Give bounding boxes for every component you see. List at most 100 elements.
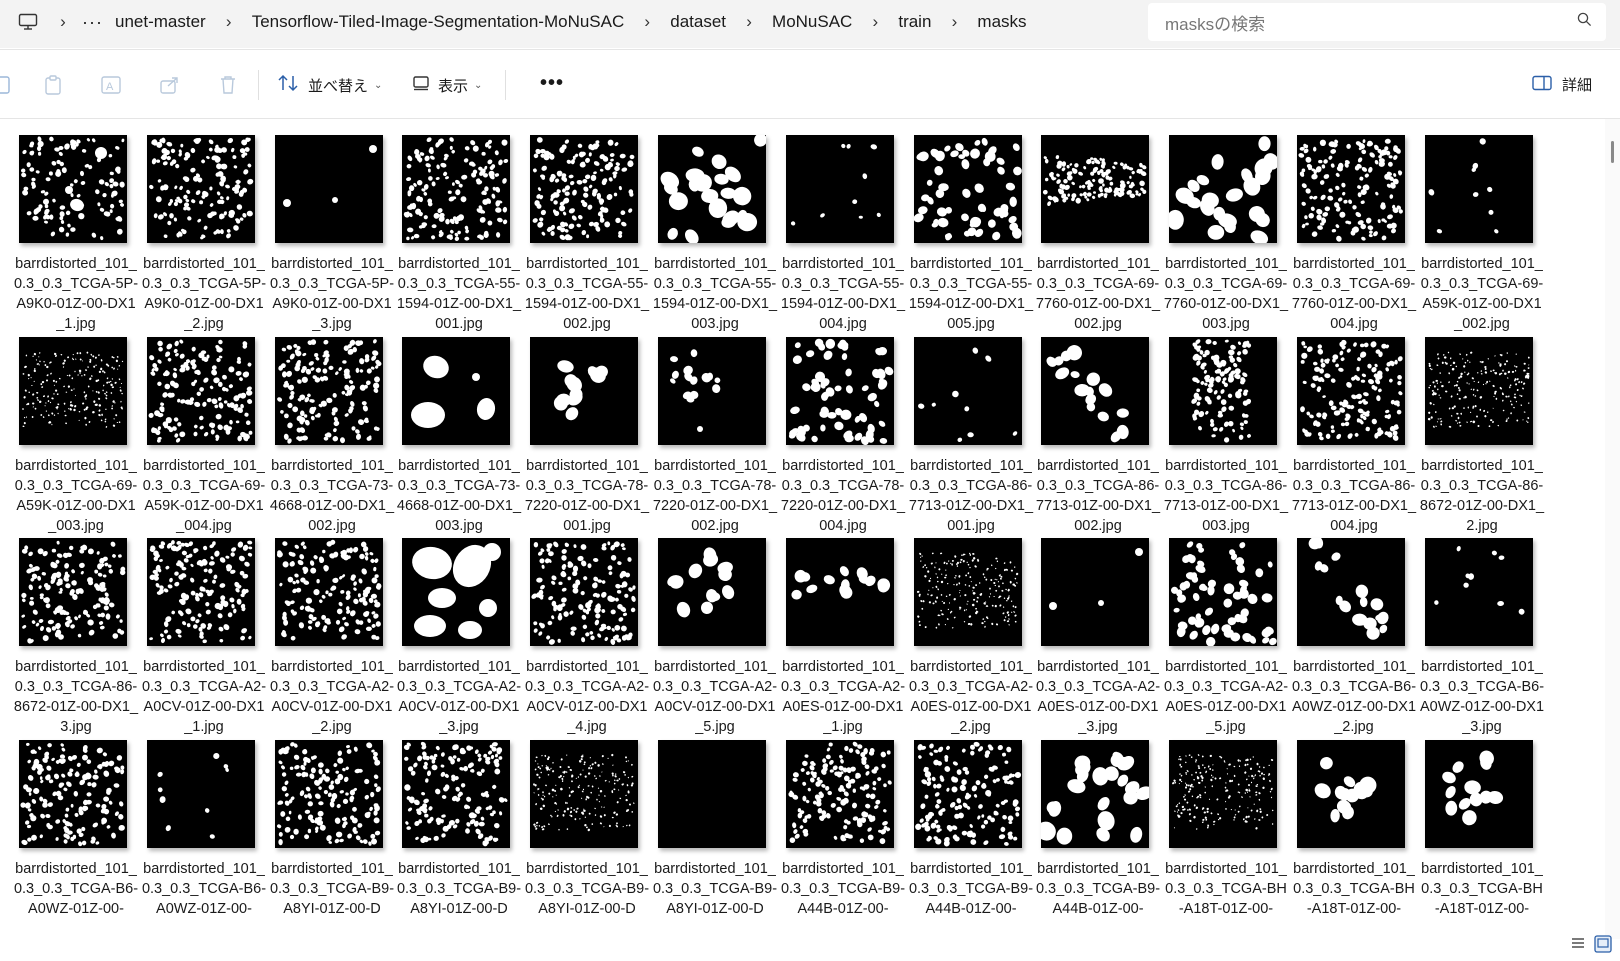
file-item[interactable]: barrdistorted_101_0.3_0.3_TCGA-73-4668-0… [269,321,395,534]
mask-thumbnail[interactable] [914,538,1022,646]
mask-thumbnail[interactable] [1169,135,1277,243]
mask-thumbnail[interactable] [402,740,510,848]
file-item[interactable]: barrdistorted_101_0.3_0.3_TCGA-A2-A0CV-0… [524,522,650,735]
sort-button[interactable]: 並べ替え ⌄ [278,72,382,98]
mask-thumbnail[interactable] [530,538,638,646]
file-item[interactable]: barrdistorted_101_0.3_0.3_TCGA-BH-A18T-0… [1163,724,1289,917]
mask-thumbnail[interactable] [19,135,127,243]
vertical-scrollbar[interactable] [1605,119,1620,939]
chevron-right-icon[interactable]: › [218,12,240,32]
mask-thumbnail[interactable] [19,538,127,646]
mask-thumbnail[interactable] [786,337,894,445]
computer-icon[interactable] [8,13,48,31]
breadcrumb-item-current[interactable]: masks [969,12,1034,32]
file-item[interactable]: barrdistorted_101_0.3_0.3_TCGA-86-7713-0… [908,321,1034,534]
mask-thumbnail[interactable] [786,740,894,848]
share-icon[interactable] [159,74,181,96]
file-item[interactable]: barrdistorted_101_0.3_0.3_TCGA-BH-A18T-0… [1419,724,1545,917]
mask-thumbnail[interactable] [402,135,510,243]
mask-thumbnail[interactable] [914,337,1022,445]
mask-thumbnail[interactable] [1425,538,1533,646]
mask-thumbnail[interactable] [658,538,766,646]
file-item[interactable]: barrdistorted_101_0.3_0.3_TCGA-86-8672-0… [13,522,139,735]
mask-thumbnail[interactable] [786,538,894,646]
mask-thumbnail[interactable] [1169,740,1277,848]
breadcrumb-item[interactable]: dataset [662,12,734,32]
file-item[interactable]: barrdistorted_101_0.3_0.3_TCGA-86-7713-0… [1291,321,1417,534]
mask-thumbnail[interactable] [786,135,894,243]
mask-thumbnail[interactable] [530,135,638,243]
mask-thumbnail[interactable] [19,337,127,445]
file-item[interactable]: barrdistorted_101_0.3_0.3_TCGA-69-7760-0… [1035,119,1161,332]
file-item[interactable]: barrdistorted_101_0.3_0.3_TCGA-55-1594-0… [908,119,1034,332]
mask-thumbnail[interactable] [1425,337,1533,445]
file-item[interactable]: barrdistorted_101_0.3_0.3_TCGA-B9-A44B-0… [908,724,1034,917]
mask-thumbnail[interactable] [1041,337,1149,445]
file-item[interactable]: barrdistorted_101_0.3_0.3_TCGA-BH-A18T-0… [1291,724,1417,917]
file-item[interactable]: barrdistorted_101_0.3_0.3_TCGA-55-1594-0… [652,119,778,332]
mask-thumbnail[interactable] [275,538,383,646]
file-item[interactable]: barrdistorted_101_0.3_0.3_TCGA-69-A59K-0… [1419,119,1545,332]
file-item[interactable]: barrdistorted_101_0.3_0.3_TCGA-78-7220-0… [780,321,906,534]
mask-thumbnail[interactable] [19,740,127,848]
file-item[interactable]: barrdistorted_101_0.3_0.3_TCGA-B9-A44B-0… [780,724,906,917]
details-view-icon[interactable] [1570,935,1586,958]
file-item[interactable]: barrdistorted_101_0.3_0.3_TCGA-B9-A8YI-0… [524,724,650,917]
file-item[interactable]: barrdistorted_101_0.3_0.3_TCGA-86-7713-0… [1035,321,1161,534]
details-pane-button[interactable]: 詳細 [1532,74,1592,95]
file-item[interactable]: barrdistorted_101_0.3_0.3_TCGA-B6-A0WZ-0… [13,724,139,917]
chevron-right-icon[interactable]: › [738,12,760,32]
file-item[interactable]: barrdistorted_101_0.3_0.3_TCGA-B9-A8YI-0… [269,724,395,917]
mask-thumbnail[interactable] [402,337,510,445]
large-icons-view-icon[interactable] [1594,935,1612,958]
file-item[interactable]: barrdistorted_101_0.3_0.3_TCGA-B6-A0WZ-0… [1419,522,1545,735]
mask-thumbnail[interactable] [914,740,1022,848]
file-item[interactable]: barrdistorted_101_0.3_0.3_TCGA-69-7760-0… [1291,119,1417,332]
file-item[interactable]: barrdistorted_101_0.3_0.3_TCGA-55-1594-0… [524,119,650,332]
file-item[interactable]: barrdistorted_101_0.3_0.3_TCGA-A2-A0CV-0… [396,522,522,735]
file-item[interactable]: barrdistorted_101_0.3_0.3_TCGA-5P-A9K0-0… [269,119,395,332]
file-item[interactable]: barrdistorted_101_0.3_0.3_TCGA-B9-A44B-0… [1035,724,1161,917]
scrollbar-thumb[interactable] [1611,141,1614,163]
file-item[interactable]: barrdistorted_101_0.3_0.3_TCGA-B9-A8YI-0… [396,724,522,917]
breadcrumb-item[interactable]: MoNuSAC [764,12,860,32]
file-item[interactable]: barrdistorted_101_0.3_0.3_TCGA-A2-A0CV-0… [269,522,395,735]
breadcrumb-item[interactable]: train [890,12,939,32]
mask-thumbnail[interactable] [275,337,383,445]
mask-thumbnail[interactable] [1297,337,1405,445]
mask-thumbnail[interactable] [1425,135,1533,243]
mask-thumbnail[interactable] [658,740,766,848]
rename-icon[interactable]: A [100,74,122,96]
file-item[interactable]: barrdistorted_101_0.3_0.3_TCGA-78-7220-0… [524,321,650,534]
paste-icon[interactable] [42,74,64,96]
file-item[interactable]: barrdistorted_101_0.3_0.3_TCGA-5P-A9K0-0… [141,119,267,332]
breadcrumb-overflow-button[interactable]: ··· [78,12,107,33]
file-item[interactable]: barrdistorted_101_0.3_0.3_TCGA-55-1594-0… [780,119,906,332]
file-item[interactable]: barrdistorted_101_0.3_0.3_TCGA-55-1594-0… [396,119,522,332]
mask-thumbnail[interactable] [658,135,766,243]
mask-thumbnail[interactable] [1169,337,1277,445]
file-item[interactable]: barrdistorted_101_0.3_0.3_TCGA-5P-A9K0-0… [13,119,139,332]
file-item[interactable]: barrdistorted_101_0.3_0.3_TCGA-A2-A0ES-0… [780,522,906,735]
mask-thumbnail[interactable] [1041,740,1149,848]
chevron-right-icon[interactable]: › [52,12,74,32]
chevron-right-icon[interactable]: › [943,12,965,32]
mask-thumbnail[interactable] [275,135,383,243]
file-item[interactable]: barrdistorted_101_0.3_0.3_TCGA-73-4668-0… [396,321,522,534]
mask-thumbnail[interactable] [275,740,383,848]
breadcrumb-item[interactable]: unet-master [107,12,214,32]
file-item[interactable]: barrdistorted_101_0.3_0.3_TCGA-69-A59K-0… [13,321,139,534]
mask-thumbnail[interactable] [530,740,638,848]
delete-icon[interactable] [217,74,239,96]
file-item[interactable]: barrdistorted_101_0.3_0.3_TCGA-A2-A0ES-0… [1035,522,1161,735]
chevron-right-icon[interactable]: › [864,12,886,32]
file-item[interactable]: barrdistorted_101_0.3_0.3_TCGA-B6-A0WZ-0… [1291,522,1417,735]
mask-thumbnail[interactable] [1297,538,1405,646]
mask-thumbnail[interactable] [1425,740,1533,848]
breadcrumb-item[interactable]: Tensorflow-Tiled-Image-Segmentation-MoNu… [244,12,633,32]
file-item[interactable]: barrdistorted_101_0.3_0.3_TCGA-A2-A0ES-0… [908,522,1034,735]
mask-thumbnail[interactable] [1169,538,1277,646]
search-input[interactable]: masksの検索 [1165,10,1265,35]
file-item[interactable]: barrdistorted_101_0.3_0.3_TCGA-A2-A0ES-0… [1163,522,1289,735]
mask-thumbnail[interactable] [402,538,510,646]
